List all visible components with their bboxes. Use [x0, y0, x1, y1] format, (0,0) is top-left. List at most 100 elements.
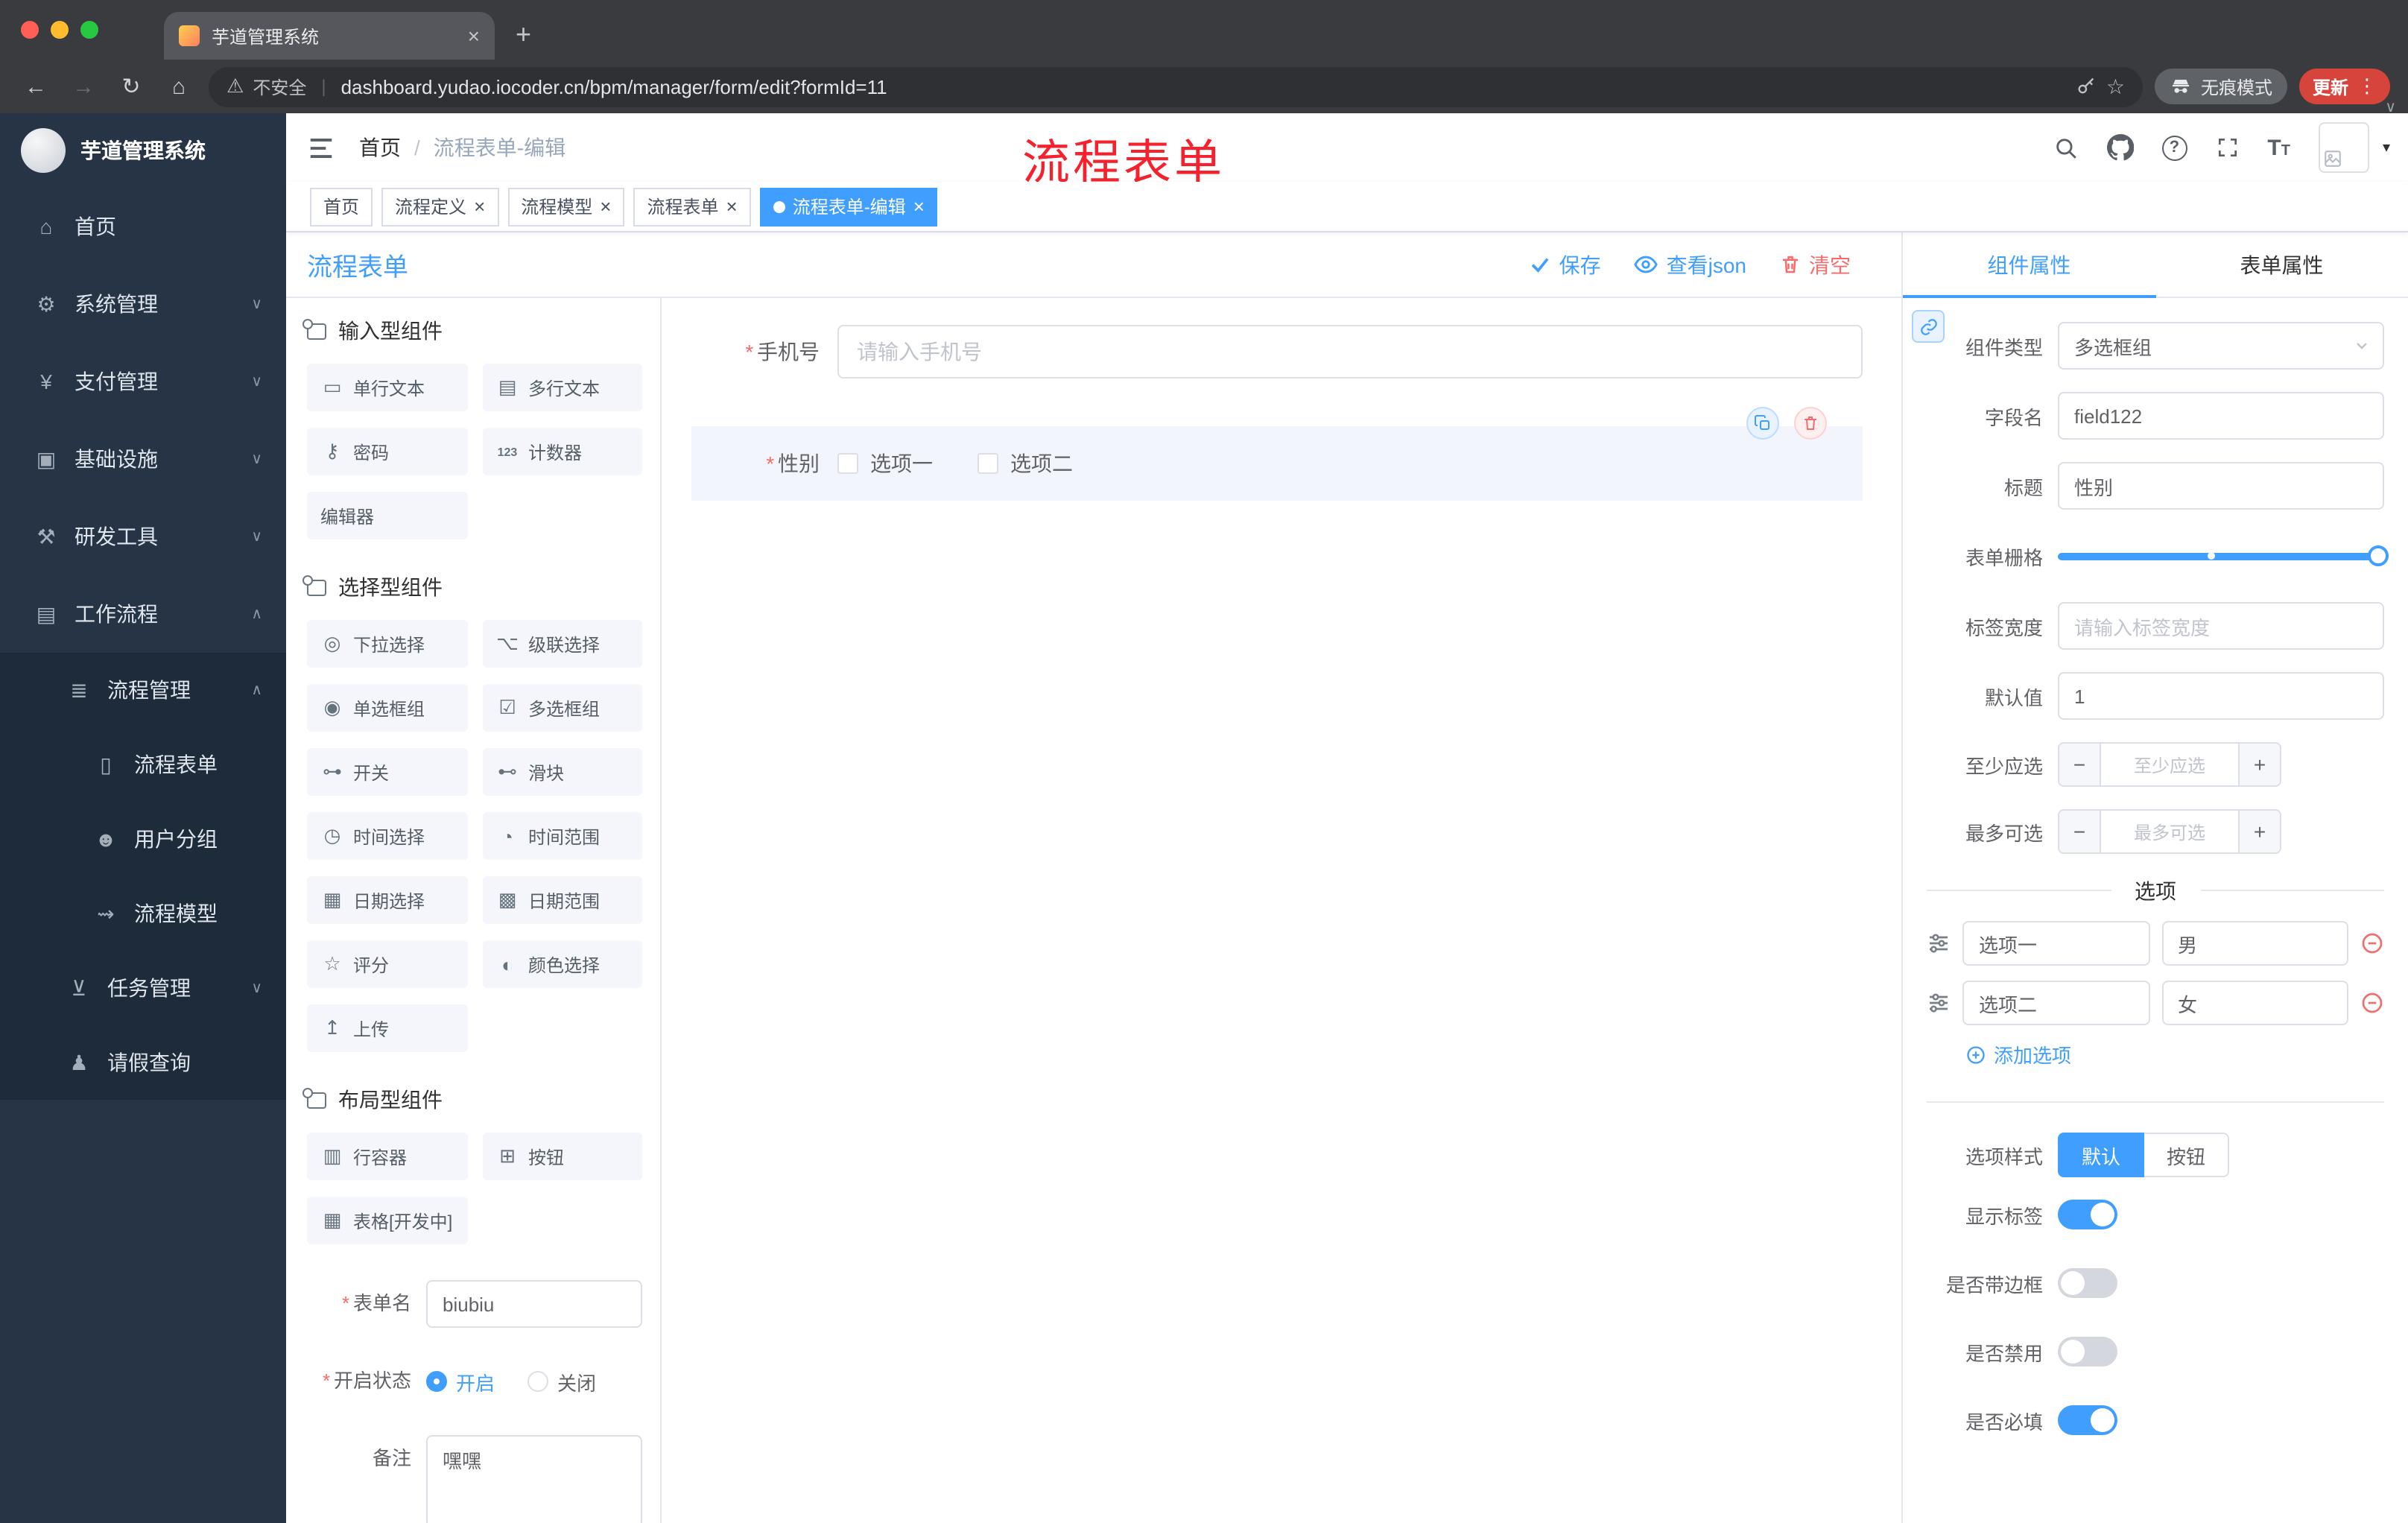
palette-item-table[interactable]: ▦ 表格[开发中] — [307, 1197, 467, 1244]
add-option-button[interactable]: 添加选项 — [1965, 1040, 2384, 1068]
home-button[interactable]: ⌂ — [161, 69, 197, 104]
option-label-input[interactable]: 选项二 — [1962, 981, 2149, 1025]
search-icon[interactable] — [2053, 135, 2078, 160]
component-type-select[interactable]: 多选框组 — [2058, 322, 2384, 370]
github-icon[interactable] — [2106, 134, 2134, 161]
palette-item-button[interactable]: ⊞ 按钮 — [482, 1133, 642, 1180]
tab-form-props[interactable]: 表单属性 — [2155, 232, 2408, 297]
option-label-input[interactable]: 选项一 — [1962, 921, 2149, 966]
back-button[interactable]: ← — [18, 69, 54, 104]
phone-input[interactable]: 请输入手机号 — [837, 325, 1863, 379]
drag-handle-icon[interactable] — [1927, 931, 1951, 955]
palette-item-time-range[interactable]: ◔ 时间范围 — [482, 812, 642, 860]
checkbox-option[interactable]: 选项一 — [837, 449, 933, 478]
reload-button[interactable]: ↻ — [113, 69, 149, 104]
delete-widget-button[interactable] — [1794, 407, 1827, 440]
tag-close-icon[interactable]: × — [726, 197, 738, 216]
browser-tab[interactable]: 芋道管理系统 × — [164, 12, 495, 60]
label-width-input[interactable]: 请输入标签宽度 — [2058, 602, 2384, 650]
help-icon[interactable]: ? — [2161, 135, 2187, 160]
update-button[interactable]: 更新 ⋮ — [2298, 69, 2390, 104]
sidebar-item-workflow[interactable]: ▤ 工作流程 ∧ — [0, 575, 286, 653]
slider-handle[interactable] — [2368, 545, 2389, 566]
canvas-field-phone[interactable]: * 手机号 请输入手机号 — [691, 325, 1863, 379]
form-grid-slider[interactable] — [2058, 532, 2389, 580]
sidebar-item-task-management[interactable]: ⊻ 任务管理 ∨ — [0, 951, 286, 1025]
switch-required[interactable] — [2058, 1405, 2117, 1435]
increase-button[interactable]: + — [2238, 811, 2280, 852]
doc-link-button[interactable] — [1912, 310, 1945, 343]
decrease-button[interactable]: − — [2059, 811, 2101, 852]
window-minimize-button[interactable] — [51, 21, 69, 39]
increase-button[interactable]: + — [2238, 744, 2280, 785]
max-select-input[interactable]: 最多可选 — [2101, 811, 2238, 852]
bookmark-star-icon[interactable]: ☆ — [2106, 74, 2125, 99]
forward-button[interactable]: → — [66, 69, 101, 104]
avatar[interactable] — [2318, 122, 2369, 173]
avatar-caret-icon[interactable]: ▾ — [2383, 139, 2390, 156]
tag-process-definition[interactable]: 流程定义 × — [381, 187, 499, 226]
palette-item-select[interactable]: ◎ 下拉选择 — [307, 620, 467, 668]
fullscreen-icon[interactable] — [2215, 136, 2239, 159]
palette-item-upload[interactable]: ↥ 上传 — [307, 1004, 467, 1052]
sidebar-item-system-management[interactable]: ⚙ 系统管理 ∨ — [0, 265, 286, 343]
clear-button[interactable]: 清空 — [1779, 250, 1851, 279]
address-bar[interactable]: ⚠ 不安全 | dashboard.yudao.iocoder.cn/bpm/m… — [209, 66, 2143, 107]
remove-option-button[interactable] — [2360, 931, 2384, 955]
switch-show-label[interactable] — [2058, 1200, 2117, 1229]
sidebar-item-home[interactable]: ⌂ 首页 — [0, 188, 286, 265]
palette-item-password[interactable]: ⚷ 密码 — [307, 428, 467, 475]
sidebar-item-payment-management[interactable]: ¥ 支付管理 ∨ — [0, 343, 286, 420]
palette-item-date-picker[interactable]: ▦ 日期选择 — [307, 876, 467, 924]
form-name-input[interactable]: biubiu — [426, 1280, 642, 1328]
sidebar-item-user-group[interactable]: ☻ 用户分组 — [0, 802, 286, 876]
status-off-radio[interactable]: 关闭 — [527, 1367, 596, 1396]
window-close-button[interactable] — [21, 21, 39, 39]
palette-item-radio-group[interactable]: ◉ 单选框组 — [307, 684, 467, 732]
sidebar-item-leave-query[interactable]: ♟ 请假查询 — [0, 1025, 286, 1100]
switch-with-border[interactable] — [2058, 1268, 2117, 1298]
palette-item-switch[interactable]: ⊶ 开关 — [307, 748, 467, 796]
tag-home[interactable]: 首页 — [310, 187, 373, 226]
sidebar-item-dev-tools[interactable]: ⚒ 研发工具 ∨ — [0, 498, 286, 575]
default-value-input[interactable]: 1 — [2058, 672, 2384, 720]
palette-item-rate[interactable]: ☆ 评分 — [307, 940, 467, 988]
option-value-input[interactable]: 男 — [2161, 921, 2348, 966]
style-button-button[interactable]: 按钮 — [2144, 1133, 2230, 1177]
hamburger-icon[interactable] — [307, 133, 335, 162]
sidebar-item-process-model[interactable]: ⇝ 流程模型 — [0, 876, 286, 951]
copy-widget-button[interactable] — [1746, 407, 1779, 440]
browser-menu-icon[interactable]: ⋮ — [2357, 75, 2377, 98]
save-button[interactable]: 保存 — [1530, 250, 1601, 279]
breadcrumb-home[interactable]: 首页 — [359, 133, 401, 162]
password-key-icon[interactable] — [2076, 76, 2097, 97]
palette-item-multi-line-text[interactable]: ▤ 多行文本 — [482, 364, 642, 411]
palette-item-counter[interactable]: 123 计数器 — [482, 428, 642, 475]
remark-textarea[interactable]: 嘿嘿 — [426, 1435, 642, 1523]
new-tab-button[interactable]: + — [516, 19, 531, 50]
style-default-button[interactable]: 默认 — [2058, 1133, 2145, 1177]
view-json-button[interactable]: 查看json — [1634, 250, 1746, 279]
min-select-input[interactable]: 至少应选 — [2101, 744, 2238, 785]
status-on-radio[interactable]: 开启 — [426, 1367, 495, 1396]
tag-close-icon[interactable]: × — [913, 197, 925, 216]
sidebar-item-process-form[interactable]: ▯ 流程表单 — [0, 727, 286, 802]
title-input[interactable]: 性别 — [2058, 462, 2384, 510]
option-value-input[interactable]: 女 — [2161, 981, 2348, 1025]
checkbox-option[interactable]: 选项二 — [978, 449, 1073, 478]
palette-item-date-range[interactable]: ▩ 日期范围 — [482, 876, 642, 924]
canvas-field-gender-selected[interactable]: * 性别 选项一 选项二 — [691, 407, 1863, 501]
font-size-icon[interactable]: TT — [2267, 136, 2290, 159]
tag-process-form[interactable]: 流程表单 × — [633, 187, 751, 226]
sidebar-item-process-management[interactable]: ≣ 流程管理 ∧ — [0, 653, 286, 727]
tag-process-form-edit[interactable]: 流程表单-编辑 × — [759, 187, 938, 226]
switch-disabled[interactable] — [2058, 1337, 2117, 1367]
tag-close-icon[interactable]: × — [600, 197, 611, 216]
window-zoom-button[interactable] — [80, 21, 98, 39]
palette-item-slider[interactable]: ⊷ 滑块 — [482, 748, 642, 796]
palette-item-time-picker[interactable]: ◷ 时间选择 — [307, 812, 467, 860]
tab-close-icon[interactable]: × — [468, 25, 480, 46]
palette-item-editor[interactable]: 编辑器 — [307, 492, 467, 539]
decrease-button[interactable]: − — [2059, 744, 2101, 785]
palette-item-color-picker[interactable]: ◐ 颜色选择 — [482, 940, 642, 988]
